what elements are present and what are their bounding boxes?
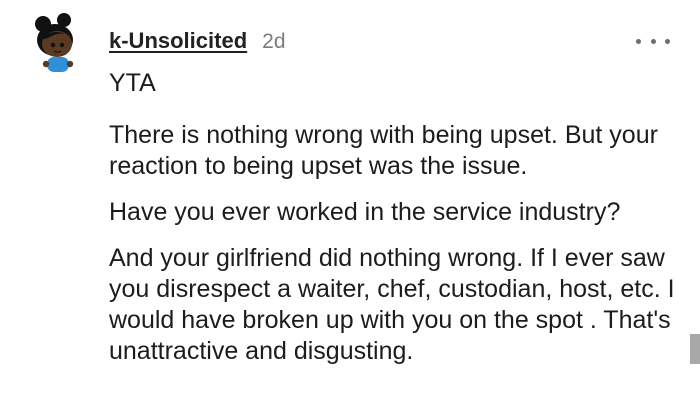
more-options-icon-dot [650, 38, 656, 44]
more-options-icon [636, 38, 641, 44]
more-options-button[interactable] [636, 30, 670, 52]
comment-paragraph: YTA [109, 69, 156, 97]
more-options-icon-dot [665, 38, 670, 44]
comment-paragraph: Have you ever worked in the service indu… [109, 198, 621, 226]
comment-body: YTA There is nothing wrong with being up… [109, 68, 679, 382]
comment-age: 2d [262, 30, 286, 53]
scrollbar-thumb[interactable] [690, 334, 700, 364]
comment-paragraph: And your girlfriend did nothing wrong. I… [109, 244, 675, 365]
comment-paragraph: There is nothing wrong with being upset.… [109, 121, 658, 180]
snoo-avatar-icon [35, 13, 74, 72]
avatar[interactable] [30, 10, 86, 74]
comment-header: k-Unsolicited 2d [109, 28, 286, 54]
username-link[interactable]: k-Unsolicited [109, 28, 247, 54]
comment: k-Unsolicited 2d YTA There is nothing wr… [0, 0, 700, 404]
